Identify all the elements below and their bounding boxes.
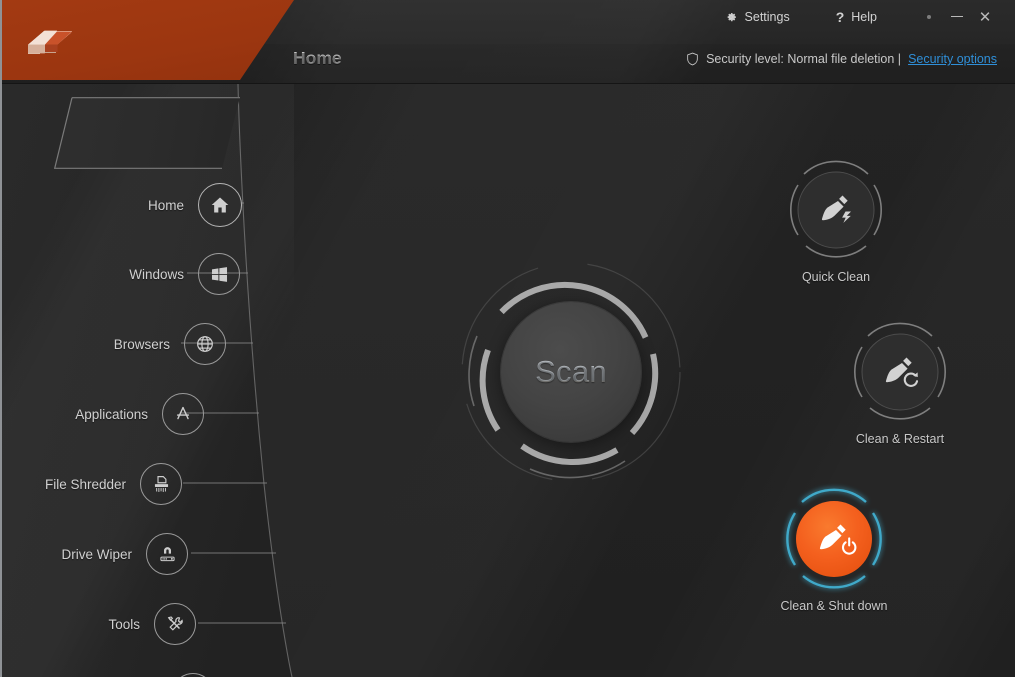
sidebar-item-label: Applications	[75, 406, 148, 422]
sidebar-item-tools[interactable]: Tools	[42, 603, 196, 645]
security-level-text: Security level: Normal file deletion |	[706, 52, 902, 66]
quick-clean-label: Quick Clean	[801, 270, 871, 284]
question-mark-icon: ?	[835, 8, 845, 25]
more-button[interactable]	[915, 5, 943, 29]
brush-lightning-icon	[812, 186, 860, 234]
sidebar-item-label: Windows	[129, 266, 184, 282]
sidebar-active-tab-background	[54, 97, 240, 169]
scan-button-label: Scan	[535, 354, 607, 389]
house-icon	[198, 183, 242, 227]
sidebar-item-label: File Shredder	[44, 476, 126, 492]
header-tools: Settings ? Help ✕	[712, 0, 999, 33]
sidebar-item-home[interactable]: Home	[62, 183, 242, 227]
sidebar-item-file-shredder[interactable]: File Shredder	[22, 463, 182, 505]
settings-label: Settings	[744, 9, 790, 24]
sidebar	[2, 83, 302, 677]
close-button[interactable]: ✕	[971, 5, 999, 29]
gear-icon	[724, 10, 738, 24]
eraser-icon	[24, 22, 76, 60]
settings-button[interactable]: Settings	[712, 6, 802, 28]
grid-squares-icon	[172, 673, 214, 677]
clean-restart-button[interactable]: Clean & Restart	[845, 320, 955, 446]
page-title: Home	[293, 48, 342, 68]
wrench-hammer-icon	[154, 603, 196, 645]
magnet-drive-icon	[146, 533, 188, 575]
sidebar-item-label: Home	[147, 197, 184, 213]
clean-shutdown-button[interactable]: Clean & Shut down	[779, 487, 889, 613]
brush-power-icon	[810, 515, 858, 563]
dot-icon	[927, 14, 931, 19]
header-divider	[2, 83, 1015, 84]
scan-button[interactable]: Scan	[457, 258, 685, 486]
app-a-icon	[162, 393, 204, 435]
help-label: Help	[851, 9, 877, 24]
quick-clean-button[interactable]: Quick Clean	[781, 158, 891, 284]
minimize-icon	[951, 15, 963, 18]
clean-restart-label: Clean & Restart	[855, 432, 945, 446]
privacy-eraser-window: Home Windows Browsers Applications File …	[0, 0, 1015, 677]
scan-button-core: Scan	[501, 302, 641, 442]
sidebar-item-label: Tools	[108, 616, 140, 632]
clean-shutdown-label: Clean & Shut down	[780, 599, 888, 613]
minimize-button[interactable]	[943, 5, 971, 29]
sidebar-item-drive-wiper[interactable]: Drive Wiper	[30, 533, 188, 575]
help-button[interactable]: ? Help	[824, 6, 889, 28]
sidebar-item-browsers[interactable]: Browsers	[48, 323, 226, 365]
windows-logo-icon	[198, 253, 240, 295]
sidebar-item-label: Browsers	[113, 336, 170, 352]
sidebar-item-misc[interactable]: Misc.	[60, 673, 214, 677]
sidebar-item-label: Drive Wiper	[61, 546, 132, 562]
shredder-icon	[140, 463, 182, 505]
sidebar-item-applications[interactable]: Applications	[32, 393, 204, 435]
globe-icon	[184, 323, 226, 365]
sidebar-item-windows[interactable]: Windows	[62, 253, 240, 295]
security-level-bar: Security level: Normal file deletion | S…	[686, 52, 997, 66]
sidebar-curve-shape	[2, 83, 293, 677]
security-options-link[interactable]: Security options	[908, 52, 997, 66]
brush-restart-icon	[876, 348, 924, 396]
shield-icon	[686, 52, 699, 66]
